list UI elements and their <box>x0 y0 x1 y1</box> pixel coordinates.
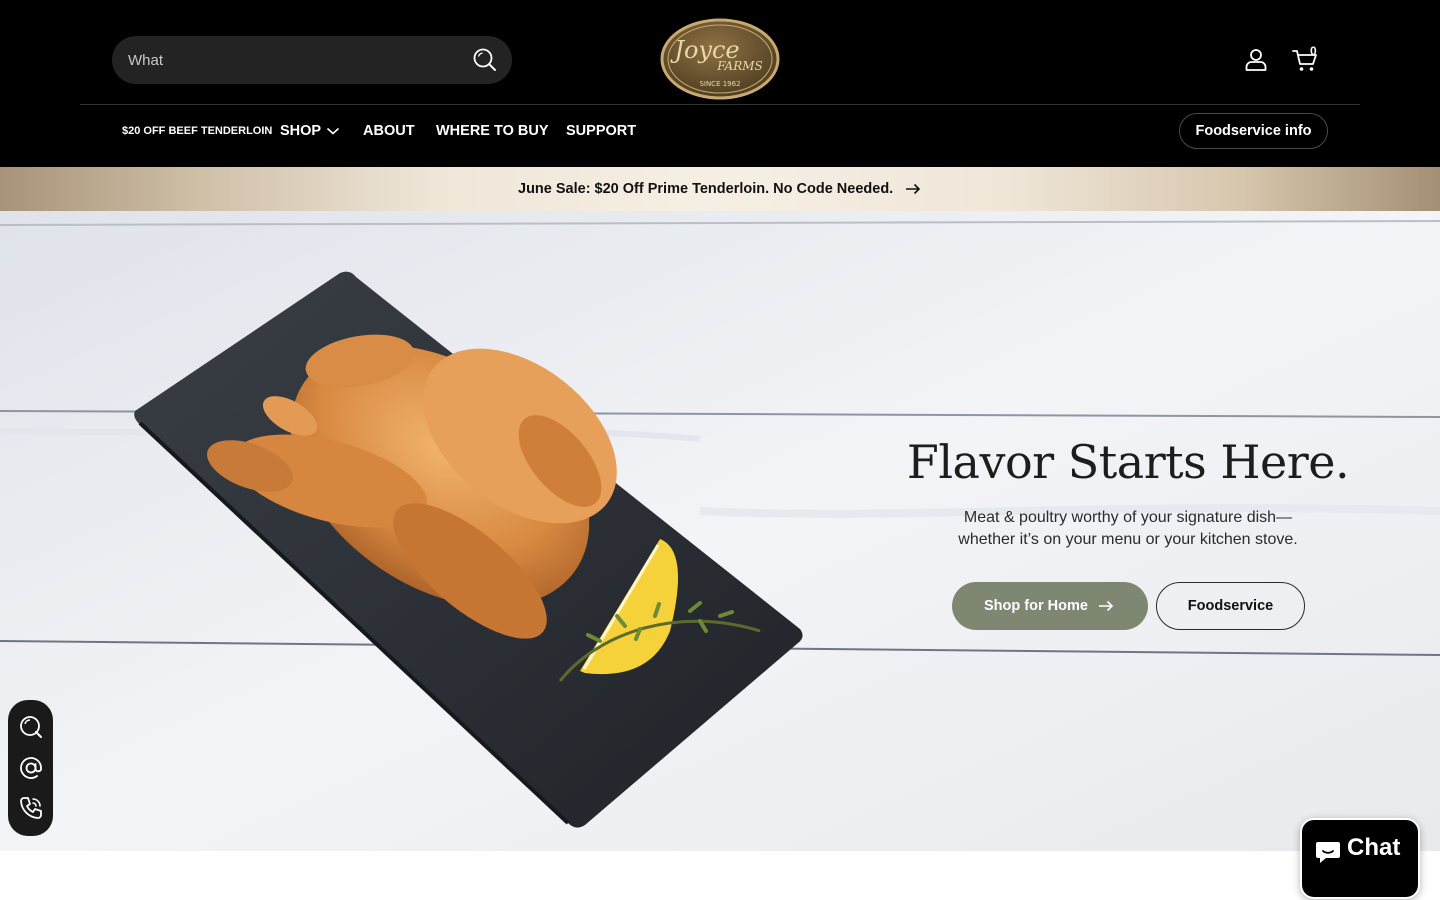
cart-count-badge: 0 <box>1310 44 1317 58</box>
arrow-right-icon <box>1099 600 1114 612</box>
hero-title: Flavor Starts Here. <box>906 435 1350 489</box>
nav-about[interactable]: ABOUT <box>363 105 415 157</box>
foodservice-info-button[interactable]: Foodservice info <box>1179 113 1328 149</box>
shop-for-home-button[interactable]: Shop for Home <box>952 582 1148 630</box>
svg-text:SINCE 1962: SINCE 1962 <box>699 80 740 88</box>
phone-icon[interactable] <box>18 795 44 821</box>
arrow-right-icon <box>906 183 921 195</box>
shop-for-home-label: Shop for Home <box>984 598 1088 614</box>
search-input[interactable] <box>128 36 458 84</box>
announcement-bar[interactable]: June Sale: $20 Off Prime Tenderloin. No … <box>0 167 1440 211</box>
account-icon[interactable] <box>1241 45 1271 75</box>
hero-subtitle-line-1: Meat & poultry worthy of your signature … <box>963 509 1293 526</box>
chat-label: Chat <box>1347 834 1401 861</box>
nav-promo-link[interactable]: $20 OFF BEEF TENDERLOIN <box>122 105 272 157</box>
chevron-down-icon[interactable] <box>326 126 340 136</box>
nav-support[interactable]: SUPPORT <box>566 105 636 157</box>
hero-subtitle: Meat & poultry worthy of your signature … <box>928 507 1328 551</box>
hero-section: Flavor Starts Here. Meat & poultry worth… <box>0 211 1440 851</box>
nav-shop[interactable]: SHOP <box>280 105 321 157</box>
email-icon[interactable] <box>18 755 44 781</box>
site-header: Joyce FARMS SINCE 1962 0 $20 OFF BEEF TE… <box>0 0 1440 167</box>
nav-where-to-buy[interactable]: WHERE TO BUY <box>436 105 549 157</box>
main-nav: $20 OFF BEEF TENDERLOIN SHOP ABOUT WHERE… <box>0 105 1440 167</box>
announcement-text: June Sale: $20 Off Prime Tenderloin. No … <box>518 181 894 197</box>
search-icon[interactable] <box>472 47 498 73</box>
chat-bubble-icon <box>1316 842 1340 863</box>
chat-icon[interactable] <box>18 714 44 740</box>
contact-sidebar <box>8 700 53 836</box>
joyce-farms-logo[interactable]: Joyce FARMS SINCE 1962 <box>660 18 780 100</box>
hero-subtitle-line-2: whether it’s on your menu or your kitche… <box>958 531 1298 548</box>
svg-text:FARMS: FARMS <box>716 59 763 73</box>
foodservice-button[interactable]: Foodservice <box>1156 582 1305 630</box>
search-bar <box>112 36 512 84</box>
chat-widget-button[interactable]: Chat <box>1300 818 1420 899</box>
